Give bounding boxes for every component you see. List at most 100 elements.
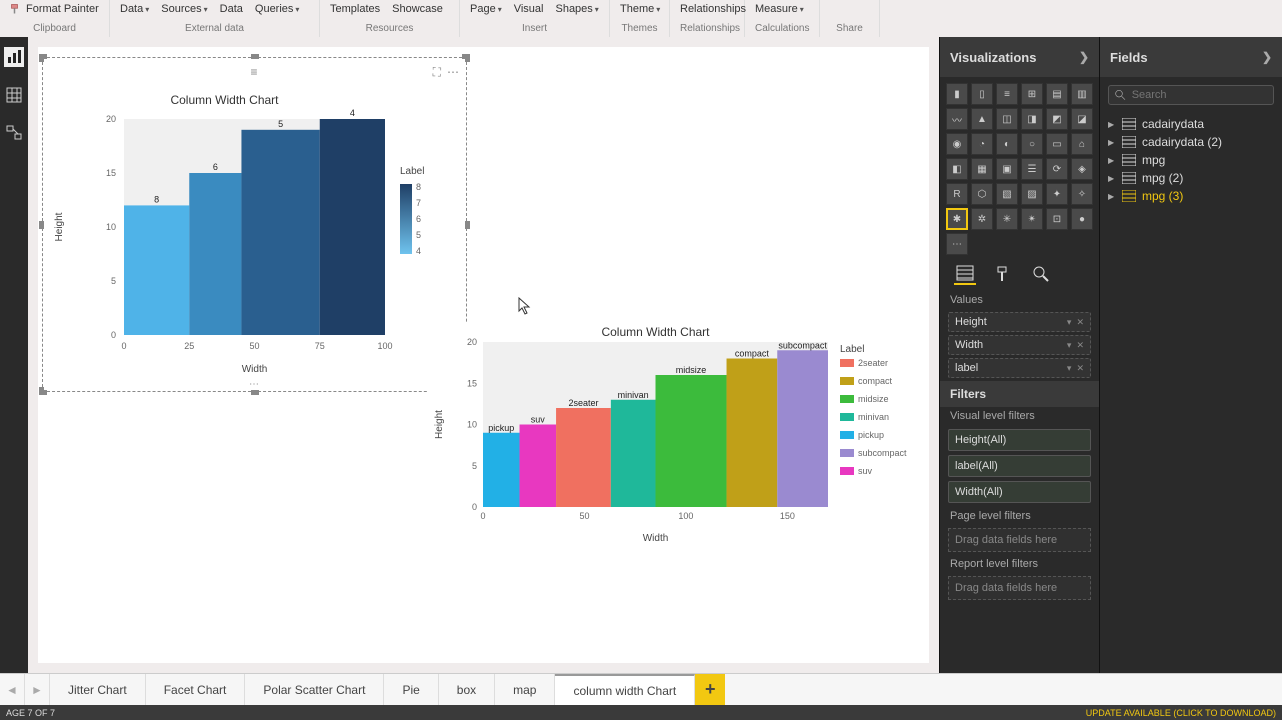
viz-type-18[interactable]: ◧ [946, 158, 968, 180]
visualizations-header[interactable]: Visualizations❯ [940, 37, 1099, 77]
viz-type-36[interactable]: ⋯ [946, 233, 968, 255]
field-well-width[interactable]: Width▾✕ [948, 335, 1091, 355]
search-input[interactable] [1132, 89, 1267, 101]
ribbon-shapes[interactable]: Shapes [555, 3, 598, 15]
field-well-height[interactable]: Height▾✕ [948, 312, 1091, 332]
chevron-right-icon[interactable]: ❯ [1262, 50, 1272, 64]
viz-type-28[interactable]: ✦ [1046, 183, 1068, 205]
viz-type-21[interactable]: ☰ [1021, 158, 1043, 180]
viz-type-25[interactable]: ⬡ [971, 183, 993, 205]
visual-menu-icon[interactable]: ⋯ [447, 65, 459, 80]
page-tab-box[interactable]: box [439, 674, 495, 705]
viz-type-6[interactable]: 〰 [946, 108, 968, 130]
visual-drag-handle[interactable]: ≡ [250, 65, 258, 79]
viz-type-33[interactable]: ✴ [1021, 208, 1043, 230]
visual-filter-labelall[interactable]: label(All) [948, 455, 1091, 477]
viz-type-35[interactable]: ● [1071, 208, 1093, 230]
tab-next-button[interactable]: ► [25, 674, 50, 705]
viz-type-27[interactable]: ▨ [1021, 183, 1043, 205]
report-canvas[interactable]: ≡ ⋯ ⛶ ⋯ Column Width Chart86540255075100… [28, 37, 939, 673]
viz-type-10[interactable]: ◩ [1046, 108, 1068, 130]
filters-header[interactable]: Filters [940, 381, 1099, 407]
ribbon-showcase[interactable]: Showcase [392, 3, 443, 15]
viz-type-14[interactable]: ◐ [996, 133, 1018, 155]
focus-mode-icon[interactable]: ⛶ [433, 65, 441, 80]
update-available-link[interactable]: UPDATE AVAILABLE (CLICK TO DOWNLOAD) [1086, 708, 1276, 718]
report-view-icon[interactable] [4, 47, 24, 67]
viz-type-3[interactable]: ⊞ [1021, 83, 1043, 105]
viz-type-2[interactable]: ≡ [996, 83, 1018, 105]
ribbon-templates[interactable]: Templates [330, 3, 380, 15]
fields-header[interactable]: Fields❯ [1100, 37, 1282, 77]
fields-search[interactable] [1108, 85, 1274, 105]
remove-field-icon[interactable]: ✕ [1076, 340, 1084, 351]
viz-type-31[interactable]: ✲ [971, 208, 993, 230]
viz-type-16[interactable]: ▭ [1046, 133, 1068, 155]
viz-type-13[interactable]: ◔ [971, 133, 993, 155]
visual-filter-heightall[interactable]: Height(All) [948, 429, 1091, 451]
viz-type-0[interactable]: ▮ [946, 83, 968, 105]
viz-type-29[interactable]: ✧ [1071, 183, 1093, 205]
viz-type-8[interactable]: ◫ [996, 108, 1018, 130]
visual-filter-widthall[interactable]: Width(All) [948, 481, 1091, 503]
page-tab-map[interactable]: map [495, 674, 555, 705]
viz-type-11[interactable]: ◪ [1071, 108, 1093, 130]
chevron-down-icon[interactable]: ▾ [1067, 363, 1072, 374]
ribbon-data[interactable]: Data [220, 3, 243, 15]
viz-type-7[interactable]: ▲ [971, 108, 993, 130]
analytics-mode-icon[interactable] [1030, 263, 1052, 285]
chevron-down-icon[interactable]: ▾ [1067, 340, 1072, 351]
table-mpg3[interactable]: ▶mpg (3) [1104, 187, 1278, 205]
table-mpg2[interactable]: ▶mpg (2) [1104, 169, 1278, 187]
visual-drag-handle-bottom[interactable]: ⋯ [249, 379, 260, 390]
viz-type-19[interactable]: ▦ [971, 158, 993, 180]
tab-prev-button[interactable]: ◄ [0, 674, 25, 705]
viz-type-15[interactable]: ○ [1021, 133, 1043, 155]
ribbon-data[interactable]: Data [120, 3, 149, 15]
format-painter-button[interactable]: Format Painter [10, 3, 99, 15]
ribbon-measure[interactable]: Measure [755, 3, 804, 15]
viz-type-22[interactable]: ⟳ [1046, 158, 1068, 180]
table-cadairydata2[interactable]: ▶cadairydata (2) [1104, 133, 1278, 151]
viz-type-1[interactable]: ▯ [971, 83, 993, 105]
viz-type-4[interactable]: ▤ [1046, 83, 1068, 105]
table-cadairydata[interactable]: ▶cadairydata [1104, 115, 1278, 133]
page-tab-pie[interactable]: Pie [384, 674, 438, 705]
viz-type-34[interactable]: ⊡ [1046, 208, 1068, 230]
viz-type-23[interactable]: ◈ [1071, 158, 1093, 180]
ribbon-theme[interactable]: Theme [620, 3, 660, 15]
page-filter-dropzone[interactable]: Drag data fields here [948, 528, 1091, 552]
viz-type-26[interactable]: ▧ [996, 183, 1018, 205]
ribbon-visual[interactable]: Visual [514, 3, 544, 15]
ribbon-page[interactable]: Page [470, 3, 502, 15]
visual-1[interactable]: ≡ ⋯ ⛶ ⋯ Column Width Chart86540255075100… [44, 59, 465, 390]
page-tab-polar-scatter-chart[interactable]: Polar Scatter Chart [245, 674, 384, 705]
viz-type-5[interactable]: ▥ [1071, 83, 1093, 105]
table-mpg[interactable]: ▶mpg [1104, 151, 1278, 169]
viz-type-30[interactable]: ✱ [946, 208, 968, 230]
add-page-button[interactable]: + [695, 674, 725, 705]
viz-type-12[interactable]: ◉ [946, 133, 968, 155]
format-mode-icon[interactable] [992, 263, 1014, 285]
model-view-icon[interactable] [4, 123, 24, 143]
viz-type-32[interactable]: ✳ [996, 208, 1018, 230]
page-tab-facet-chart[interactable]: Facet Chart [146, 674, 246, 705]
data-view-icon[interactable] [4, 85, 24, 105]
ribbon-queries[interactable]: Queries [255, 3, 300, 15]
chevron-down-icon[interactable]: ▾ [1067, 317, 1072, 328]
viz-type-17[interactable]: ⌂ [1071, 133, 1093, 155]
viz-type-24[interactable]: R [946, 183, 968, 205]
page-tab-column-width-chart[interactable]: column width Chart [555, 674, 695, 705]
remove-field-icon[interactable]: ✕ [1076, 363, 1084, 374]
field-well-label[interactable]: label▾✕ [948, 358, 1091, 378]
viz-type-9[interactable]: ◨ [1021, 108, 1043, 130]
visual-2[interactable]: Column Width Chartpickupsuv2seaterminiva… [428, 322, 923, 547]
fields-mode-icon[interactable] [954, 263, 976, 285]
chevron-right-icon[interactable]: ❯ [1079, 50, 1089, 64]
ribbon-relationships[interactable]: Relationships [680, 3, 746, 15]
page-tab-jitter-chart[interactable]: Jitter Chart [50, 674, 146, 705]
ribbon-sources[interactable]: Sources [161, 3, 207, 15]
remove-field-icon[interactable]: ✕ [1076, 317, 1084, 328]
viz-type-20[interactable]: ▣ [996, 158, 1018, 180]
report-filter-dropzone[interactable]: Drag data fields here [948, 576, 1091, 600]
